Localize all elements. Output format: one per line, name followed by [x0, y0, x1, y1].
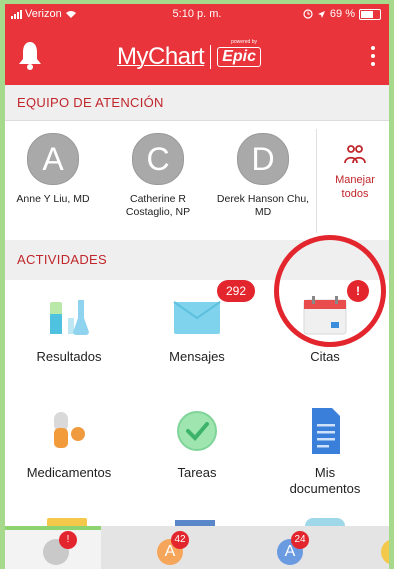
care-team-row: A Anne Y Liu, MD C Catherine R Costaglio… — [5, 121, 389, 240]
provider-name: Anne Y Liu, MD — [16, 193, 90, 205]
logo-text: MyChart — [117, 43, 205, 70]
logo-divider — [210, 45, 212, 69]
tab-badge: ! — [59, 531, 77, 549]
tile-label: Tareas — [177, 465, 217, 480]
highlight-circle — [274, 235, 386, 347]
people-icon — [344, 145, 366, 164]
avatar: C — [132, 133, 184, 185]
mensajes-badge: 292 — [217, 280, 255, 302]
account-tab-3[interactable]: A 24 — [197, 526, 309, 569]
manage-all-button[interactable]: Manejar todos — [320, 143, 389, 201]
document-icon — [312, 408, 340, 454]
avatar: A — [27, 133, 79, 185]
powered-by-text: powered by — [231, 39, 257, 45]
tile-tareas[interactable]: Tareas — [133, 396, 261, 512]
battery-icon — [359, 8, 381, 20]
tile-mensajes[interactable]: 292 Mensajes — [133, 280, 261, 396]
alarm-icon — [303, 9, 313, 19]
tile-label: Resultados — [36, 349, 102, 364]
envelope-icon — [173, 301, 221, 334]
test-tubes-icon — [50, 300, 89, 335]
care-team-title: EQUIPO DE ATENCIÓN — [17, 95, 164, 110]
provider-card-anne[interactable]: A Anne Y Liu, MD — [5, 133, 101, 206]
account-tab-1[interactable]: ! — [5, 526, 101, 569]
status-right: 69 % — [303, 8, 381, 20]
app-header: MyChart Epic powered by — [5, 28, 389, 85]
tab-badge: 42 — [171, 531, 189, 549]
provider-card-catherine[interactable]: C Catherine R Costaglio, NP — [110, 133, 206, 219]
provider-name: Derek Hanson Chu, MD — [216, 193, 310, 218]
account-tab-2[interactable]: A 42 — [101, 526, 197, 569]
manage-all-label: Manejar todos — [335, 174, 375, 200]
battery-percent: 69 % — [329, 8, 355, 20]
app-screen: Verizon 5:10 p. m. 69 % MyChart Epic pow… — [5, 4, 389, 569]
provider-name: Catherine R Costaglio, NP — [125, 193, 191, 218]
bell-icon[interactable] — [17, 40, 43, 70]
avatar: D — [237, 133, 289, 185]
checkmark-icon — [177, 411, 217, 451]
tile-label: Mensajes — [169, 349, 225, 364]
tile-label: Mis documentos — [289, 465, 361, 496]
activities-title: ACTIVIDADES — [17, 252, 107, 267]
divider — [316, 129, 317, 233]
tile-mis-documentos[interactable]: Mis documentos — [261, 396, 389, 512]
tile-label: Medicamentos — [26, 465, 112, 480]
tile-medicamentos[interactable]: Medicamentos — [5, 396, 133, 512]
location-icon — [317, 10, 325, 18]
epic-logo: Epic — [217, 47, 261, 67]
pills-icon — [54, 412, 85, 448]
more-menu-icon[interactable] — [371, 46, 375, 66]
tile-label: Citas — [310, 349, 340, 364]
avatar — [381, 539, 389, 565]
mychart-logo: MyChart Epic powered by — [117, 39, 261, 71]
status-bar: Verizon 5:10 p. m. 69 % — [5, 4, 389, 28]
account-switcher-bar: ! A 42 A 24 — [5, 526, 389, 569]
account-tab-4[interactable] — [293, 526, 389, 569]
tile-resultados[interactable]: Resultados — [5, 280, 133, 396]
next-row-peek — [5, 512, 389, 526]
provider-card-derek[interactable]: D Derek Hanson Chu, MD — [215, 133, 311, 219]
care-team-header: EQUIPO DE ATENCIÓN — [5, 85, 389, 121]
